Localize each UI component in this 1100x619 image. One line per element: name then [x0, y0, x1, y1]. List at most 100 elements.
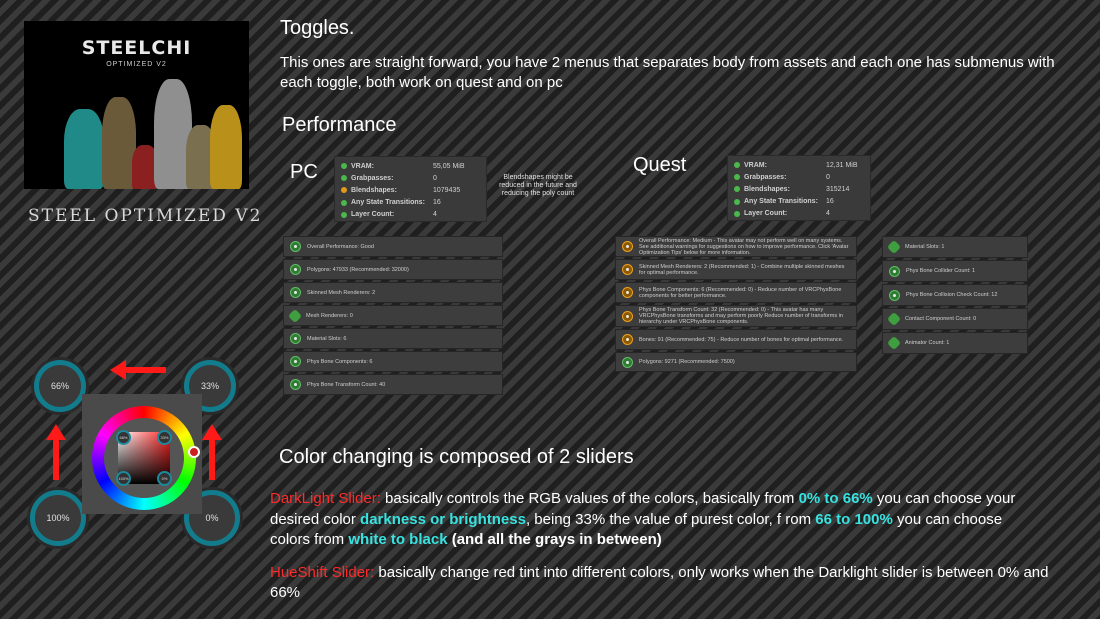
- avatar-figure: [210, 105, 242, 189]
- performance-item-text: Phys Bone Transform Count: 40: [307, 381, 386, 388]
- stat-key-text: Layer Count:: [351, 211, 395, 219]
- stat-key-text: Any State Transitions:: [351, 199, 425, 207]
- color-heading: Color changing is composed of 2 sliders: [279, 446, 634, 468]
- stat-row: VRAM: 12,31 MiB: [734, 159, 864, 171]
- blendshape-note: Blendshapes might be reduced in the futu…: [499, 174, 577, 197]
- green-circle-icon: [290, 379, 301, 390]
- pc-label: PC: [290, 161, 318, 183]
- status-dot-icon: [734, 186, 740, 193]
- status-dot-icon: [341, 211, 347, 218]
- stat-key: Grabpasses:: [341, 175, 433, 182]
- highlight: white to black: [348, 531, 448, 548]
- avatar-figure: [64, 109, 104, 189]
- performance-heading: Performance: [282, 114, 397, 136]
- performance-item: Animator Count: 1: [882, 332, 1028, 354]
- text: , being 33% the value of purest color, f…: [525, 510, 816, 528]
- performance-item-text: Polygons: 47933 (Recommended: 32000): [307, 266, 409, 273]
- hue-wheel-panel: 66% 33% 100% 0%: [82, 394, 202, 514]
- green-star-icon: [287, 308, 303, 323]
- green-circle-icon: [290, 356, 301, 367]
- stat-key: VRAM:: [734, 162, 826, 169]
- stat-row: VRAM: 55,05 MiB: [341, 160, 480, 172]
- performance-item-text: Phys Bone Collider Count: 1: [906, 268, 976, 274]
- green-star-icon: [886, 311, 902, 327]
- highlight: darkness or brightness: [360, 510, 526, 528]
- hue-selector-handle[interactable]: [188, 446, 200, 458]
- arrow-up-head-icon: [202, 424, 222, 440]
- green-circle-icon: [290, 287, 301, 298]
- mini-knob-100: 100%: [116, 471, 131, 486]
- performance-item-text: Skinned Mesh Renderers: 2 (Recommended: …: [639, 263, 845, 276]
- hue-wheel[interactable]: 66% 33% 100% 0%: [92, 406, 196, 510]
- stat-value: 16: [826, 198, 834, 206]
- green-star-icon: [886, 239, 902, 255]
- toggles-heading: Toggles.: [280, 17, 355, 39]
- green-circle-icon: [290, 264, 301, 275]
- quest-label: Quest: [633, 154, 687, 176]
- performance-item: Phys Bone Collision Check Count: 12: [882, 284, 1028, 306]
- cover-subtitle: OPTIMIZED V2: [106, 61, 167, 68]
- pc-performance-list: Overall Performance: Good Polygons: 47933…: [283, 236, 503, 395]
- stat-value: 4: [433, 211, 437, 219]
- performance-item: Overall Performance: Medium - This avata…: [615, 236, 857, 257]
- performance-item-text: Material Slots: 1: [905, 244, 945, 250]
- green-circle-icon: [889, 265, 900, 277]
- performance-item-text: Contact Component Count: 0: [905, 316, 977, 322]
- stat-key-text: Blendshapes:: [744, 185, 790, 193]
- arrow-left-head-icon: [110, 360, 126, 380]
- stat-row: Grabpasses: 0: [341, 172, 480, 184]
- stat-row: Any State Transitions: 16: [734, 196, 864, 208]
- highlight: 66 to 100%: [815, 510, 893, 528]
- quest-performance-list-right: Material Slots: 1 Phys Bone Collider Coun…: [882, 236, 1028, 354]
- stat-row: Layer Count: 4: [734, 208, 864, 220]
- stat-key: Any State Transitions:: [734, 198, 826, 205]
- performance-item-text: Mesh Renderers: 0: [306, 312, 353, 319]
- green-circle-icon: [290, 241, 301, 252]
- stat-value: 55,05 MiB: [433, 162, 465, 170]
- toggles-description: This ones are straight forward, you have…: [280, 54, 1055, 91]
- status-dot-icon: [341, 187, 347, 194]
- hueshift-label: HueShift Slider:: [270, 564, 375, 581]
- stat-key-text: Grabpasses:: [351, 174, 394, 182]
- arrow-up-head-icon: [46, 424, 66, 440]
- darklight-knob-66[interactable]: 66%: [34, 360, 86, 412]
- status-dot-icon: [341, 175, 347, 182]
- performance-item-text: Phys Bone Transform Count: 32 (Recommend…: [639, 307, 843, 325]
- color-picker-widget: 66% 33% 100% 0% 66% 33% 100% 0%: [18, 352, 258, 552]
- mini-knob-66: 66%: [116, 430, 131, 445]
- performance-item-text: Bones: 91 (Recommended: 75) - Reduce num…: [639, 336, 844, 343]
- stat-key: Blendshapes:: [734, 186, 826, 193]
- orange-circle-icon: [622, 334, 633, 345]
- green-star-icon: [886, 335, 902, 351]
- darklight-knob-100[interactable]: 100%: [30, 490, 86, 546]
- avatar-figure: [102, 97, 136, 189]
- stat-value: 4: [826, 210, 830, 218]
- status-dot-icon: [341, 199, 347, 206]
- green-circle-icon: [290, 333, 301, 344]
- stat-key: Layer Count:: [734, 210, 826, 217]
- performance-item: Polygons: 47933 (Recommended: 32000): [283, 259, 503, 280]
- green-circle-icon: [889, 289, 900, 301]
- stat-value: 16: [433, 199, 441, 207]
- performance-item-text: Overall Performance: Medium - This avata…: [639, 237, 849, 256]
- performance-item: Contact Component Count: 0: [882, 308, 1028, 330]
- green-circle-icon: [622, 356, 633, 368]
- performance-item: Phys Bone Transform Count: 32 (Recommend…: [615, 305, 857, 327]
- stat-value: 12,31 MiB: [826, 161, 858, 169]
- mini-knob-33: 33%: [157, 430, 172, 445]
- status-dot-icon: [341, 163, 347, 170]
- text: basically change red tint into different…: [270, 564, 1049, 601]
- stat-key-text: VRAM:: [744, 161, 767, 169]
- stat-value: 315214: [826, 185, 850, 193]
- stat-key-text: Grabpasses:: [744, 173, 787, 181]
- performance-item-text: Material Slots: 6: [307, 335, 347, 342]
- hueshift-description: HueShift Slider: basically change red ti…: [270, 563, 1060, 603]
- avatar-cover-image: STEELCHI OPTIMIZED V2: [24, 21, 249, 189]
- performance-item-text: Phys Bone Components: 6: [307, 358, 373, 365]
- cover-title: STEELCHI: [81, 37, 192, 59]
- stat-key-text: Blendshapes:: [351, 186, 397, 194]
- stat-key-text: VRAM:: [351, 162, 374, 170]
- performance-item: Phys Bone Transform Count: 40: [283, 374, 503, 395]
- pc-stats-panel: VRAM: 55,05 MiB Grabpasses: 0 Blendshapes: 10…: [334, 156, 487, 222]
- mini-knob-0: 0%: [157, 471, 172, 486]
